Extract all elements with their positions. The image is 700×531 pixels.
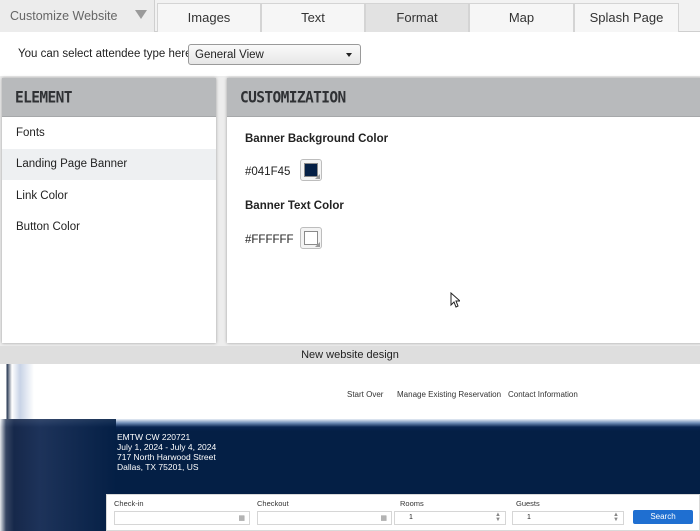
guests-stepper[interactable]: 1 ▲ ▼	[512, 511, 624, 525]
tab-images[interactable]: Images	[157, 3, 261, 32]
attendee-selector-row: You can select attendee type here: Gener…	[0, 32, 700, 76]
element-item-landing-page-banner[interactable]: Landing Page Banner	[2, 149, 216, 180]
checkin-label: Check-in	[114, 499, 144, 508]
event-name: EMTW CW 220721	[117, 432, 191, 442]
attendee-type-value: General View	[195, 49, 264, 61]
customization-area: ELEMENT Fonts Landing Page Banner Link C…	[0, 76, 700, 346]
banner-text-color-value: #FFFFFF	[245, 234, 294, 246]
banner-event-info: EMTW CW 220721 July 1, 2024 - July 4, 20…	[117, 432, 216, 472]
tab-text[interactable]: Text	[261, 3, 365, 32]
element-item-fonts[interactable]: Fonts	[2, 118, 216, 149]
calendar-icon: ▦	[380, 515, 387, 522]
banner-background-color-label: Banner Background Color	[245, 133, 389, 145]
customization-panel-header: CUSTOMIZATION	[227, 78, 700, 117]
event-street: 717 North Harwood Street	[117, 452, 216, 462]
rooms-label: Rooms	[400, 499, 424, 508]
customize-website-dropdown[interactable]: Customize Website	[0, 0, 155, 32]
checkout-label: Checkout	[257, 499, 289, 508]
tab-format[interactable]: Format	[365, 3, 469, 32]
checkout-input[interactable]: ▦	[257, 511, 392, 525]
spinner-arrows-icon: ▲ ▼	[613, 512, 619, 523]
booking-bar: Check-in ▦ Checkout ▦ Rooms 1 ▲ ▼ Guests …	[106, 494, 700, 531]
element-panel-header: ELEMENT	[2, 78, 216, 117]
banner-background-color-value: #041F45	[245, 166, 291, 178]
mouse-cursor-icon	[450, 292, 460, 308]
dropdown-arrow-icon	[346, 53, 352, 57]
nav-link-contact-information[interactable]: Contact Information	[508, 390, 578, 399]
picker-corner-icon	[315, 174, 320, 179]
caret-down-icon	[135, 10, 147, 19]
customization-panel-title: CUSTOMIZATION	[240, 89, 346, 107]
guests-label: Guests	[516, 499, 540, 508]
customization-panel: CUSTOMIZATION Banner Background Color #0…	[227, 78, 700, 343]
tab-map[interactable]: Map	[469, 3, 574, 32]
tab-splash-page[interactable]: Splash Page	[574, 3, 679, 32]
element-panel-title: ELEMENT	[15, 89, 73, 107]
spinner-arrows-icon: ▲ ▼	[495, 512, 501, 523]
top-tab-bar: Customize Website Images Text Format Map…	[0, 0, 700, 32]
attendee-type-select[interactable]: General View	[188, 44, 361, 65]
banner-text-color-label: Banner Text Color	[245, 200, 344, 212]
rooms-value: 1	[409, 514, 413, 521]
preview-caption: New website design	[0, 346, 700, 364]
banner-background-color-picker[interactable]	[300, 159, 322, 181]
search-button[interactable]: Search	[633, 510, 693, 524]
attendee-type-label: You can select attendee type here:	[18, 48, 195, 60]
element-item-link-color[interactable]: Link Color	[2, 181, 216, 212]
rooms-stepper[interactable]: 1 ▲ ▼	[394, 511, 506, 525]
event-city: Dallas, TX 75201, US	[117, 462, 199, 472]
nav-link-start-over[interactable]: Start Over	[347, 390, 383, 399]
customize-website-label: Customize Website	[10, 9, 118, 23]
element-item-button-color[interactable]: Button Color	[2, 212, 216, 243]
event-dates: July 1, 2024 - July 4, 2024	[117, 442, 217, 452]
checkin-input[interactable]: ▦	[114, 511, 250, 525]
guests-value: 1	[527, 514, 531, 521]
banner-edge-decoration	[0, 419, 116, 531]
website-preview: Start Over Manage Existing Reservation C…	[0, 364, 700, 531]
calendar-icon: ▦	[238, 515, 245, 522]
element-panel: ELEMENT Fonts Landing Page Banner Link C…	[2, 78, 216, 343]
nav-link-manage-reservation[interactable]: Manage Existing Reservation	[397, 390, 501, 399]
picker-corner-icon	[315, 242, 320, 247]
banner-text-color-picker[interactable]	[300, 227, 322, 249]
